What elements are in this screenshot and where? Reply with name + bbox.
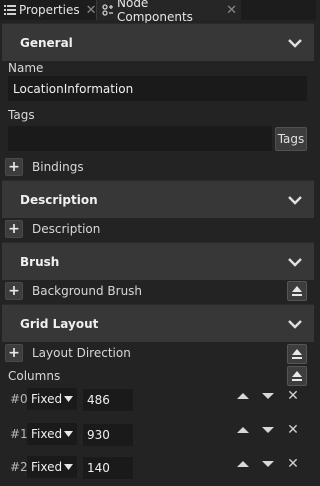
upload-icon	[292, 349, 302, 359]
tags-field[interactable]	[8, 126, 272, 151]
layout-direction-label: Layout Direction	[32, 346, 131, 360]
column-index: #2	[10, 460, 28, 474]
column-type-value: Fixed	[31, 460, 63, 474]
upload-icon	[292, 371, 302, 381]
arrow-down-icon	[262, 461, 274, 467]
column-type-select[interactable]: Fixed	[27, 456, 77, 478]
caret-down-icon	[64, 396, 73, 402]
chevron-down-icon	[288, 195, 302, 205]
close-icon[interactable]: ✕	[86, 4, 97, 17]
components-icon	[101, 3, 114, 17]
column-type-select[interactable]: Fixed	[27, 388, 77, 410]
column-size-input[interactable]: 930	[83, 424, 133, 446]
tab-node-components[interactable]: Node Components ✕	[97, 0, 241, 24]
description-label: Description	[32, 222, 101, 236]
move-up-button[interactable]	[236, 425, 250, 435]
section-header-general[interactable]: General	[2, 23, 314, 61]
upload-background-brush-button[interactable]	[287, 281, 307, 301]
column-type-value: Fixed	[31, 392, 63, 406]
tab-node-components-label: Node Components	[117, 0, 193, 24]
upload-layout-direction-button[interactable]	[287, 344, 307, 364]
remove-column-button[interactable]: ✕	[287, 423, 299, 437]
name-label: Name	[8, 61, 44, 75]
section-title: Brush	[20, 254, 60, 269]
arrow-up-icon	[237, 461, 249, 467]
column-type-value: Fixed	[31, 427, 63, 441]
add-background-brush-button[interactable]: +	[5, 282, 23, 300]
chevron-down-icon	[288, 257, 302, 267]
add-layout-direction-button[interactable]: +	[5, 344, 23, 362]
columns-label: Columns	[8, 369, 61, 383]
name-field[interactable]: LocationInformation	[8, 76, 307, 101]
section-header-description[interactable]: Description	[2, 180, 314, 218]
chevron-down-icon	[288, 319, 302, 329]
arrow-up-icon	[237, 427, 249, 433]
column-type-select[interactable]: Fixed	[27, 423, 77, 445]
upload-icon	[292, 286, 302, 296]
list-icon	[4, 3, 16, 17]
column-size-input[interactable]: 140	[83, 457, 133, 479]
remove-column-button[interactable]: ✕	[287, 457, 299, 471]
tab-properties-label: Properties	[19, 3, 80, 17]
tags-button[interactable]: Tags	[275, 127, 307, 151]
caret-down-icon	[64, 431, 73, 437]
add-bindings-button[interactable]: +	[5, 158, 23, 176]
section-title: Grid Layout	[20, 316, 99, 331]
move-up-button[interactable]	[236, 391, 250, 401]
tab-bar: Properties ✕ Node Components ✕	[0, 0, 316, 24]
tab-properties[interactable]: Properties ✕	[0, 0, 97, 20]
background-brush-label: Background Brush	[32, 284, 143, 298]
tags-label: Tags	[8, 108, 35, 122]
add-description-button[interactable]: +	[5, 220, 23, 238]
close-icon[interactable]: ✕	[226, 4, 237, 17]
section-title: General	[20, 35, 73, 50]
move-up-button[interactable]	[236, 459, 250, 469]
move-down-button[interactable]	[261, 425, 275, 435]
column-index: #1	[10, 427, 28, 441]
column-size-input[interactable]: 486	[83, 389, 133, 411]
remove-column-button[interactable]: ✕	[287, 389, 299, 403]
section-header-brush[interactable]: Brush	[2, 242, 314, 280]
caret-down-icon	[64, 464, 73, 470]
section-header-grid-layout[interactable]: Grid Layout	[2, 304, 314, 342]
bindings-label: Bindings	[32, 160, 84, 174]
upload-columns-button[interactable]	[287, 366, 307, 386]
move-down-button[interactable]	[261, 391, 275, 401]
move-down-button[interactable]	[261, 459, 275, 469]
arrow-down-icon	[262, 427, 274, 433]
section-title: Description	[20, 192, 98, 207]
chevron-down-icon	[288, 38, 302, 48]
arrow-down-icon	[262, 393, 274, 399]
column-index: #0	[10, 392, 28, 406]
arrow-up-icon	[237, 393, 249, 399]
